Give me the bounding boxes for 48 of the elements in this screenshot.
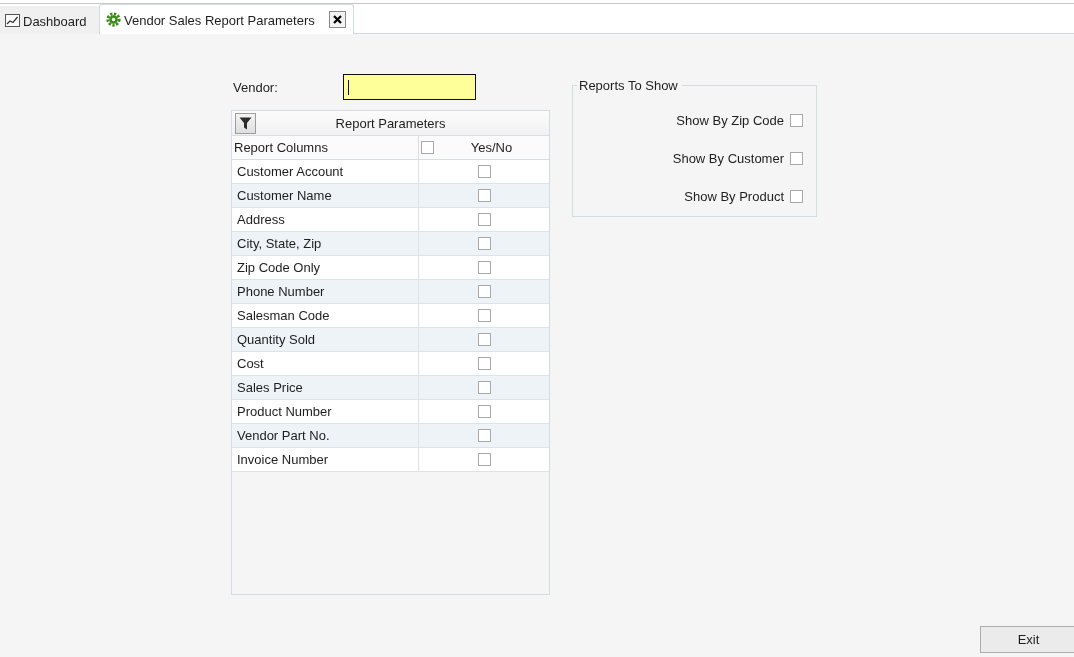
checkbox[interactable]	[477, 333, 491, 346]
checkbox[interactable]	[477, 309, 491, 322]
close-icon	[332, 15, 342, 24]
checkbox[interactable]	[421, 141, 434, 154]
checkbox[interactable]	[477, 285, 491, 298]
close-button[interactable]	[328, 11, 346, 28]
table-cell: Quantity Sold	[232, 328, 419, 351]
gear-icon	[106, 12, 121, 27]
checkbox[interactable]	[477, 357, 491, 370]
table-cell: Vendor Part No.	[232, 424, 419, 447]
exit-button[interactable]: Exit	[980, 626, 1074, 653]
table-cell: Address	[232, 208, 419, 231]
checkbox[interactable]	[477, 261, 491, 274]
column-header: Yes/No	[469, 140, 514, 155]
checkbox-label: Show By Customer	[672, 150, 784, 166]
checkbox[interactable]	[477, 189, 491, 202]
checkbox[interactable]	[477, 429, 491, 442]
table-cell: City, State, Zip	[232, 232, 419, 255]
table-cell: Zip Code Only	[232, 256, 419, 279]
column-header: Report Columns	[232, 136, 419, 159]
field-label: Vendor:	[232, 79, 279, 95]
checkbox[interactable]	[477, 405, 491, 418]
table-cell: Salesman Code	[232, 304, 419, 327]
checkbox[interactable]	[790, 113, 803, 127]
grid-title: Report Parameters	[335, 115, 446, 131]
checkbox[interactable]	[477, 237, 491, 250]
line-chart-icon	[5, 14, 20, 27]
checkbox[interactable]	[477, 453, 491, 466]
group-title: Reports To Show	[578, 78, 679, 93]
tab[interactable]: Vendor Sales Report Parameters	[99, 4, 354, 34]
vendor-input[interactable]	[343, 74, 476, 100]
checkbox[interactable]	[477, 213, 491, 226]
table-cell: Sales Price	[232, 376, 419, 399]
table-cell: Invoice Number	[232, 448, 419, 471]
table-cell: Phone Number	[232, 280, 419, 303]
checkbox-label: Show By Product	[684, 188, 784, 204]
table-cell: Customer Account	[232, 160, 419, 183]
checkbox[interactable]	[790, 189, 803, 203]
checkbox-label: Show By Zip Code	[676, 112, 784, 128]
table-cell: Cost	[232, 352, 419, 375]
table-cell: Product Number	[232, 400, 419, 423]
checkbox[interactable]	[477, 165, 491, 178]
checkbox[interactable]	[477, 381, 491, 394]
checkbox[interactable]	[790, 151, 803, 165]
tab[interactable]: Dashboard	[0, 6, 99, 34]
filter-icon	[239, 116, 252, 130]
table-cell: Customer Name	[232, 184, 419, 207]
filter-button[interactable]	[235, 112, 256, 134]
